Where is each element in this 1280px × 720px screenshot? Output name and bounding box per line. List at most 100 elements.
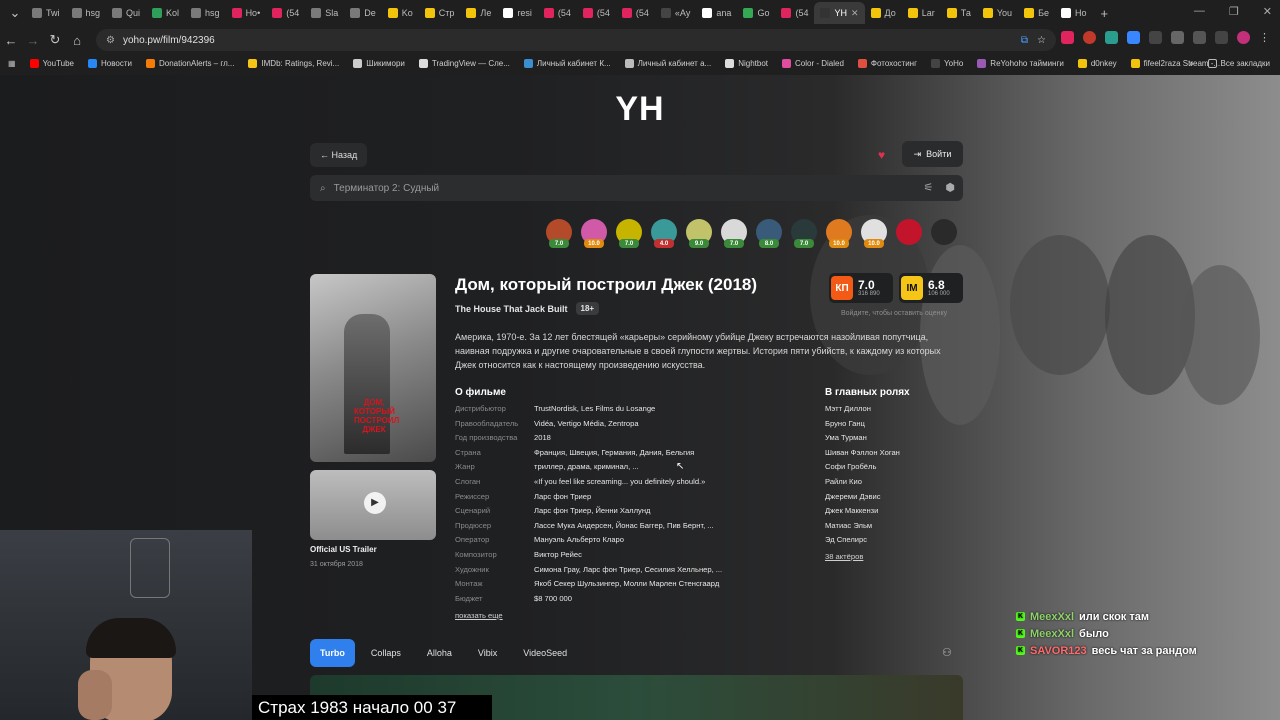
close-window-icon[interactable]: ✕ [1263,5,1272,18]
extension-icon[interactable] [1061,31,1074,44]
user-avatar[interactable]: 7.0 [616,219,642,248]
player-tab[interactable]: Collaps [361,639,411,667]
user-avatar[interactable]: 8.0 [756,219,782,248]
user-avatar[interactable]: 10.0 [826,219,852,248]
user-avatar[interactable]: 7.0 [721,219,747,248]
cast-member[interactable]: Бруно Ганц [825,419,900,434]
fact-value[interactable]: Якоб Секер Шульзингер, Молли Марлен Стен… [534,579,719,594]
bookmark-item[interactable]: YouTube [29,58,74,68]
bookmark-item[interactable]: Nightbot [725,58,768,68]
menu-kebab-icon[interactable]: ⋮ [1259,31,1270,44]
fact-value[interactable]: Vidéa, Vertigo Média, Zentropa [534,419,639,434]
fact-value[interactable]: Ларс фон Триер, Йенни Халлунд [534,506,650,521]
browser-tab[interactable]: (54 [577,2,616,24]
heart-icon[interactable]: ♥ [878,148,885,162]
browser-tab[interactable]: YH ✕ [814,2,865,24]
bookmark-item[interactable]: YoHo [931,58,963,68]
browser-tab[interactable]: (54 [266,2,305,24]
fact-value[interactable]: Виктор Рейес [534,550,582,565]
fact-value[interactable]: TrustNordisk, Les Films du Losange [534,404,655,419]
browser-tab[interactable]: «Aу [655,2,697,24]
bookmark-item[interactable]: TradingView — Сле... [418,58,510,68]
browser-tab[interactable]: De [344,2,382,24]
random-icon[interactable]: ⬢ [945,181,955,194]
browser-tab[interactable]: Ko [382,2,419,24]
browser-tab[interactable]: Та [941,2,977,24]
browser-tab[interactable]: Ho [1055,2,1093,24]
bookmark-item[interactable]: DonationAlerts – гл... [145,58,234,68]
fact-value[interactable]: Мануэль Альберто Кларо [534,535,624,550]
maximize-icon[interactable]: ❐ [1229,5,1239,18]
bookmark-star-icon[interactable]: ☆ [1037,35,1046,46]
user-avatar[interactable] [896,219,922,245]
browser-tab[interactable]: Kol [146,2,185,24]
play-icon[interactable]: ▶ [364,492,386,514]
fact-value[interactable]: Лассе Мука Андерсен, Йонас Баггер, Пив Б… [534,521,714,536]
browser-tab[interactable]: Ho• [226,2,267,24]
extension-icon[interactable] [1105,31,1118,44]
forward-icon[interactable]: → [22,33,44,48]
fact-value[interactable]: $8 700 000 [534,594,572,609]
browser-tab[interactable]: Twi [26,2,66,24]
back-icon[interactable]: ← [0,33,22,48]
install-app-icon[interactable]: ⧉ [1021,35,1028,46]
browser-tab[interactable]: resi [497,2,538,24]
browser-tab[interactable]: Lar [902,2,941,24]
sidebar-icon[interactable] [1215,31,1228,44]
bookmark-item[interactable]: Новости [88,58,132,68]
user-avatar[interactable]: 10.0 [581,219,607,248]
all-bookmarks-folder[interactable]: Все закладки [1207,58,1270,68]
trailer-title[interactable]: Official US Trailer [310,545,377,554]
cast-member[interactable]: Эд Спелирс [825,535,900,550]
bookmark-item[interactable]: Личный кабинет а... [624,58,711,68]
user-avatar[interactable]: 10.0 [861,219,887,248]
user-avatar[interactable]: 7.0 [791,219,817,248]
bookmark-item[interactable]: Личный кабинет К... [523,58,611,68]
user-avatar[interactable] [931,219,957,245]
imdb-rating[interactable]: IM 6.8 106 000 [899,273,963,303]
bookmark-item[interactable]: Фотохостинг [857,58,917,68]
cast-member[interactable]: Ума Турман [825,433,900,448]
new-tab-button[interactable]: + [1093,6,1117,21]
extensions-puzzle-icon[interactable] [1193,31,1206,44]
all-cast-link[interactable]: 38 актёров [825,552,863,561]
user-avatar[interactable]: 7.0 [546,219,572,248]
cast-member[interactable]: Матиас Эльм [825,521,900,536]
player-tab[interactable]: Alloha [417,639,462,667]
kinopoisk-rating[interactable]: КП 7.0 316 890 [829,273,893,303]
extension-icon[interactable] [1127,31,1140,44]
cast-member[interactable]: Шиван Фэллон Хоган [825,448,900,463]
browser-tab[interactable]: Ле [460,2,497,24]
browser-tab[interactable]: (54 [538,2,577,24]
site-info-icon[interactable]: ⚙ [106,35,115,46]
watch-party-icon[interactable]: ⚇ [942,646,952,659]
filter-icon[interactable]: ⚟ [924,181,934,194]
browser-tab[interactable]: Стр [419,2,461,24]
reload-icon[interactable]: ↻ [44,32,66,48]
cast-member[interactable]: Райли Кио [825,477,900,492]
cast-member[interactable]: Джек Маккензи [825,506,900,521]
profile-avatar[interactable] [1237,31,1250,44]
search-input[interactable]: ⌕ Терминатор 2: Судный ⚟ ⬢ [310,175,963,201]
fact-value[interactable]: Франция, Швеция, Германия, Дания, Бельги… [534,448,694,463]
extension-icon[interactable] [1083,31,1096,44]
fact-value[interactable]: «If you feel like screaming... you defin… [534,477,705,492]
tab-search-icon[interactable]: ⌄ [4,5,26,21]
login-button[interactable]: ⇥ Войти [902,141,963,167]
show-more-link[interactable]: показать еще [455,611,503,620]
site-logo[interactable]: YH [0,90,1280,129]
fact-value[interactable]: Ларс фон Триер [534,492,591,507]
browser-tab[interactable]: Qui [106,2,146,24]
extension-icon[interactable] [1149,31,1162,44]
user-avatar[interactable]: 9.0 [686,219,712,248]
trailer-thumbnail[interactable]: ▶ [310,470,436,540]
bookmarks-overflow-icon[interactable]: » [1189,59,1193,68]
close-tab-icon[interactable]: ✕ [851,8,859,19]
back-button[interactable]: ← Назад [310,143,368,167]
cast-member[interactable]: Мэтт Диллон [825,404,900,419]
bookmark-item[interactable]: Color - Dialed [781,58,844,68]
player-tab[interactable]: VideoSeed [513,639,577,667]
address-bar[interactable]: ⚙ yoho.pw/film/942396 ⧉ ☆ [96,29,1056,51]
bookmark-item[interactable]: ReYohoho тайминги [977,58,1064,68]
browser-tab[interactable]: Go [737,2,775,24]
